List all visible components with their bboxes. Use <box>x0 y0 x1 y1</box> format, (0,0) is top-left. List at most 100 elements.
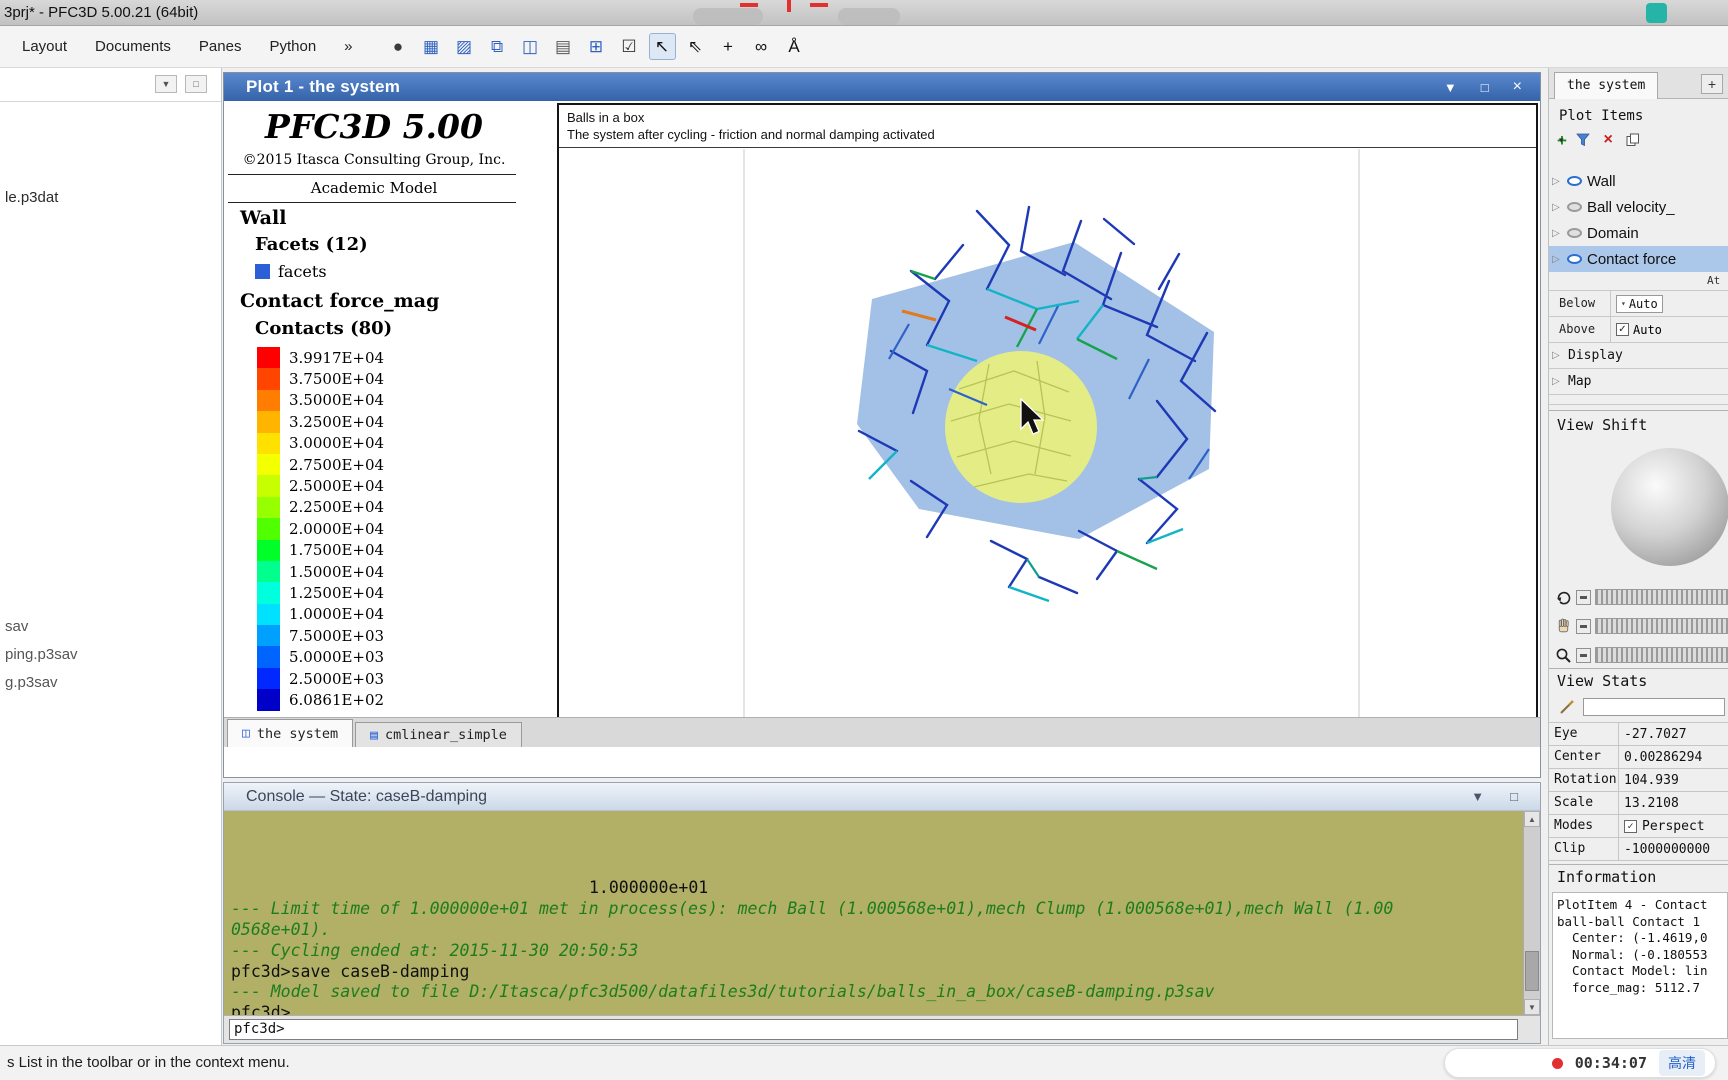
console-scrollbar[interactable]: ▲ ▼ <box>1523 811 1540 1015</box>
file-item[interactable]: le.p3dat <box>5 184 58 212</box>
pane-layout-icon[interactable]: ◫ <box>517 33 544 60</box>
section-divider <box>1549 668 1728 669</box>
measure-tool-icon[interactable]: Å <box>781 33 808 60</box>
add-pane-icon[interactable]: ⊞ <box>583 33 610 60</box>
plot-titlebar[interactable]: Plot 1 - the system ▼ □ × <box>224 73 1540 101</box>
scrollbar-thumb[interactable] <box>1525 951 1539 991</box>
console-menu-icon[interactable]: ▼ <box>1471 789 1484 804</box>
pick-tool-icon[interactable]: ⇖ <box>682 33 709 60</box>
zoom-reset-button[interactable] <box>1576 647 1591 663</box>
print-icon[interactable]: ▤ <box>550 33 577 60</box>
rotate-reset-button[interactable] <box>1576 589 1591 605</box>
display-section-label: Display <box>1568 348 1623 363</box>
scale-color-swatch <box>257 582 280 604</box>
recorder-overlay-pill <box>838 8 900 25</box>
scale-row: 2.0000E+04 <box>257 518 384 540</box>
pan-reset-button[interactable] <box>1576 618 1591 634</box>
facets-label: facets <box>278 262 327 281</box>
plot-item-wall[interactable]: ▷ Wall <box>1549 168 1728 194</box>
recorder-mark <box>740 3 758 7</box>
filter-icon[interactable] <box>1576 133 1591 147</box>
perspective-checkbox[interactable] <box>1624 819 1637 833</box>
scroll-down-icon[interactable]: ▼ <box>1524 999 1540 1015</box>
legend-contacts-title: Contacts (80) <box>255 318 393 339</box>
rotate-control-row <box>1555 585 1728 609</box>
visibility-eye-icon[interactable] <box>1567 228 1582 238</box>
attr-row-map[interactable]: ▷ Map <box>1549 369 1728 395</box>
probe-icon[interactable] <box>1559 699 1575 715</box>
console-output[interactable]: 1.000000e+01 --- Limit time of 1.000000e+… <box>224 811 1540 1015</box>
attr-row-display[interactable]: ▷ Display <box>1549 343 1728 369</box>
crosshair-tool-icon[interactable]: + <box>715 33 742 60</box>
expand-arrow-icon[interactable]: ▷ <box>1552 254 1562 265</box>
console-window: Console — State: caseB-damping ▼ □ 1.000… <box>223 782 1541 1044</box>
recording-timer: 00:34:07 <box>1574 1054 1647 1072</box>
checkbox-option-icon[interactable]: ☑ <box>616 33 643 60</box>
plot-item-domain[interactable]: ▷ Domain <box>1549 220 1728 246</box>
info-line: PlotItem 4 - Contact <box>1557 897 1708 912</box>
above-auto-checkbox[interactable] <box>1616 323 1629 336</box>
control-tab-the-system[interactable]: the system <box>1554 72 1659 99</box>
plot-menu-icon[interactable]: ▼ <box>1444 81 1457 94</box>
expand-arrow-icon[interactable]: ▷ <box>1552 350 1562 361</box>
add-tab-button[interactable]: + <box>1701 74 1723 94</box>
above-auto-value: Auto <box>1633 322 1662 337</box>
file-item[interactable]: sav <box>5 613 78 641</box>
expand-arrow-icon[interactable]: ▷ <box>1552 202 1562 213</box>
visibility-eye-icon[interactable] <box>1567 176 1582 186</box>
view-trackball[interactable] <box>1611 448 1728 566</box>
expand-arrow-icon[interactable]: ▷ <box>1552 228 1562 239</box>
panel-float-icon[interactable]: □ <box>185 75 207 93</box>
tab-the-system[interactable]: ◫ the system <box>227 719 354 747</box>
file-item[interactable]: ping.p3sav <box>5 641 78 669</box>
chevron-down-icon[interactable]: ▼ <box>155 75 177 93</box>
globe-icon[interactable]: ● <box>385 33 412 60</box>
tab-cmlinear-simple[interactable]: ▤ cmlinear_simple <box>355 722 522 747</box>
duplicate-view-icon[interactable]: ⧉ <box>484 33 511 60</box>
link-tool-icon[interactable]: ∞ <box>748 33 775 60</box>
plot-item-contact-force[interactable]: ▷ Contact force <box>1549 246 1728 272</box>
menu-item[interactable]: Layout <box>8 27 81 67</box>
file-item[interactable]: g.p3sav <box>5 669 78 697</box>
stat-value: -27.7027 <box>1624 726 1687 742</box>
stat-value: 13.2108 <box>1624 795 1679 811</box>
stats-row: Scale 13.2108 <box>1549 792 1728 815</box>
copy-icon[interactable] <box>1626 133 1640 147</box>
menu-item[interactable]: Panes <box>185 27 256 67</box>
3d-viewport[interactable] <box>559 149 1536 743</box>
expand-arrow-icon[interactable]: ▷ <box>1552 176 1562 187</box>
menu-item[interactable]: Python <box>255 27 330 67</box>
menu-item[interactable]: » <box>330 27 366 67</box>
scale-color-swatch <box>257 453 280 476</box>
plot-close-icon[interactable]: × <box>1513 79 1522 95</box>
scroll-up-icon[interactable]: ▲ <box>1524 811 1540 827</box>
below-auto-dropdown[interactable]: ▾ Auto <box>1616 294 1663 313</box>
visibility-eye-icon[interactable] <box>1567 202 1582 212</box>
legend-rule <box>228 202 516 203</box>
console-command-input[interactable]: pfc3d> <box>229 1019 1518 1040</box>
rotate-slider[interactable] <box>1595 589 1728 605</box>
pan-slider[interactable] <box>1595 618 1728 634</box>
tray-icon[interactable] <box>1646 3 1667 23</box>
add-plot-item-button[interactable]: + ▾ <box>1557 132 1567 149</box>
console-title: Console — State: caseB-damping <box>246 787 488 805</box>
console-float-icon[interactable]: □ <box>1510 789 1518 804</box>
scale-color-swatch <box>257 389 280 412</box>
window-titlebar[interactable]: 3prj* - PFC3D 5.00.21 (64bit) <box>0 0 1728 26</box>
chart-view-icon[interactable]: ▨ <box>451 33 478 60</box>
plot-item-ball-velocity[interactable]: ▷ Ball velocity_ <box>1549 194 1728 220</box>
scale-row: 1.7500E+04 <box>257 539 384 561</box>
hd-quality-button[interactable]: 高清 <box>1659 1050 1705 1076</box>
console-titlebar[interactable]: Console — State: caseB-damping ▼ □ <box>224 783 1540 811</box>
stats-query-field[interactable] <box>1583 698 1725 716</box>
menu-item[interactable]: Documents <box>81 27 185 67</box>
delete-plot-item-icon[interactable]: × <box>1603 132 1612 148</box>
expand-arrow-icon[interactable]: ▷ <box>1552 376 1562 387</box>
visibility-eye-icon[interactable] <box>1567 254 1582 264</box>
new-plot-view-icon[interactable]: ▦ <box>418 33 445 60</box>
zoom-slider[interactable] <box>1595 647 1728 663</box>
scale-value-label: 5.0000E+03 <box>289 648 385 667</box>
console-line: pfc3d> <box>231 1003 291 1015</box>
pointer-tool-icon[interactable]: ↖ <box>648 33 676 60</box>
plot-maximize-icon[interactable]: □ <box>1481 81 1489 94</box>
